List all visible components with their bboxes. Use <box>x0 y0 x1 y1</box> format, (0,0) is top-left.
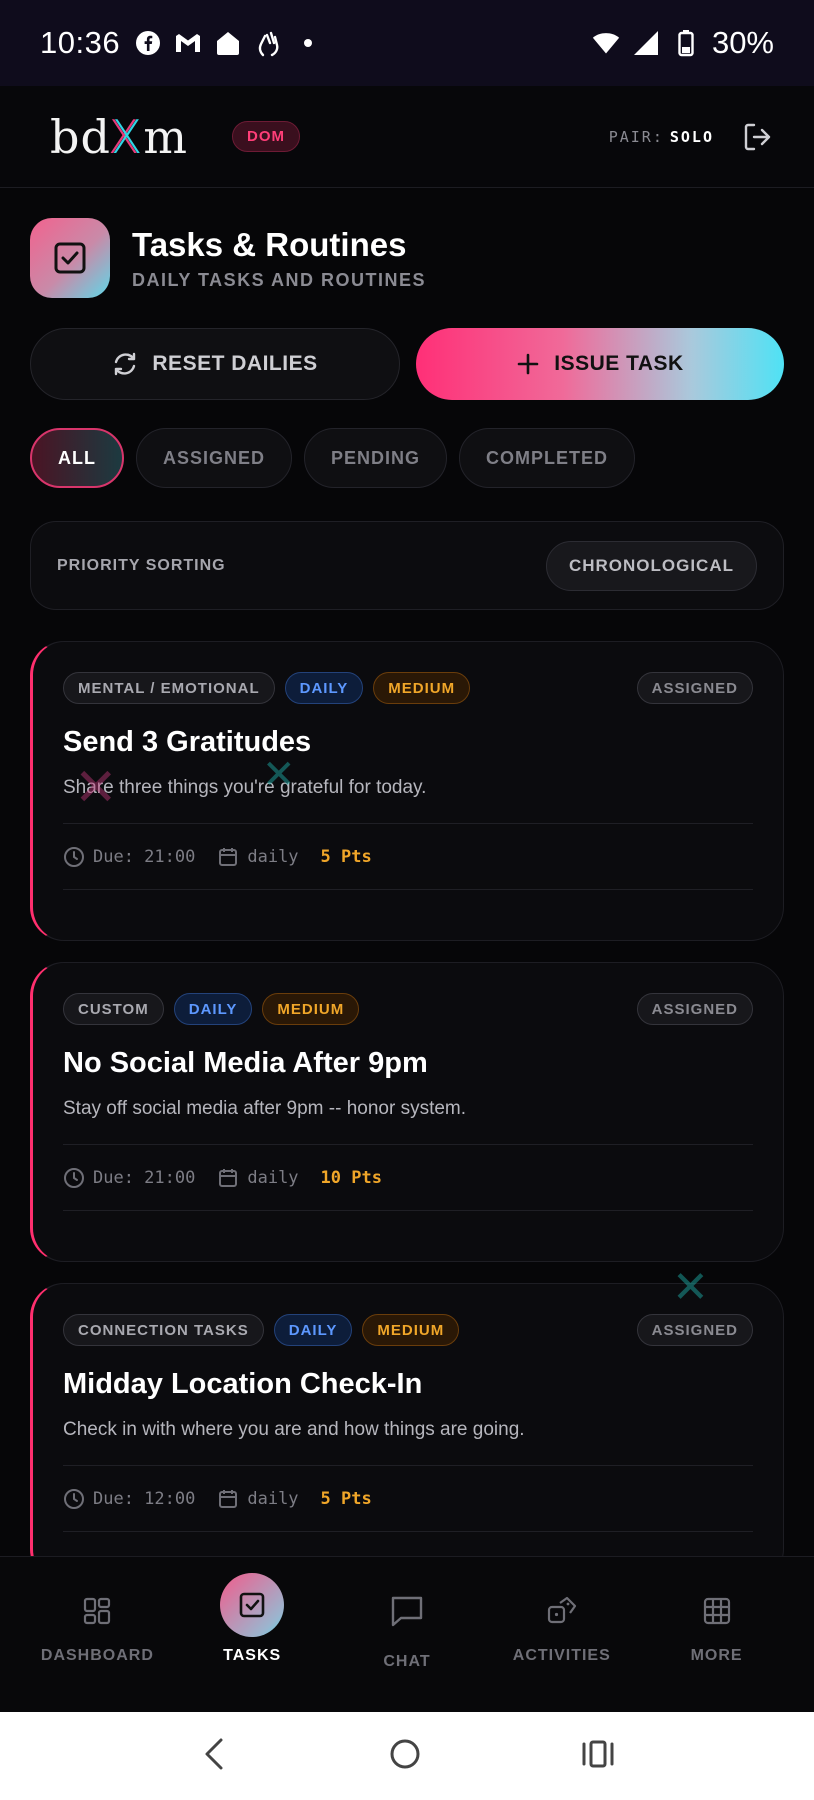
back-icon[interactable] <box>199 1737 229 1776</box>
checkbox-icon <box>220 1573 285 1637</box>
task-repeat: daily <box>247 1167 299 1188</box>
battery-icon <box>672 29 700 57</box>
clock-icon <box>64 1488 84 1509</box>
nav-activities[interactable]: ACTIVITIES <box>492 1557 632 1665</box>
task-repeat: daily <box>247 1488 299 1509</box>
calendar-icon <box>219 847 238 866</box>
task-description: Share three things you're grateful for t… <box>63 777 427 798</box>
nav-tasks[interactable]: TASKS <box>182 1557 322 1665</box>
gmail-icon <box>174 29 202 57</box>
signal-icon <box>632 29 660 57</box>
decorative-x-icon: ✕ <box>262 752 296 798</box>
sorting-bar: PRIORITY SORTING CHRONOLOGICAL <box>30 521 784 610</box>
task-meta: Due: 21:00 daily 5 Pts <box>63 823 753 890</box>
grid-icon <box>695 1589 739 1633</box>
task-title: Midday Location Check-In <box>63 1368 423 1400</box>
refresh-icon <box>115 352 136 376</box>
clock-icon <box>64 846 84 867</box>
task-title: No Social Media After 9pm <box>63 1047 428 1079</box>
task-meta: Due: 12:00 daily 5 Pts <box>63 1465 753 1532</box>
status-badge: ASSIGNED <box>636 1314 753 1346</box>
decorative-x-icon: ✕ <box>74 758 118 818</box>
nav-chat[interactable]: CHAT <box>337 1557 477 1671</box>
task-points: 5 Pts <box>320 1488 372 1509</box>
frequency-tag: DAILY <box>173 993 253 1025</box>
dice-icon <box>540 1589 584 1633</box>
frequency-tag: DAILY <box>273 1314 353 1346</box>
status-bar: 10:36 30% <box>0 0 814 86</box>
task-meta: Due: 21:00 daily 10 Pts <box>63 1144 753 1211</box>
category-tag: CUSTOM <box>63 993 164 1025</box>
calendar-icon <box>219 1168 238 1187</box>
nav-dashboard-label: DASHBOARD <box>40 1647 154 1664</box>
system-nav-bar <box>0 1712 814 1800</box>
priority-tag: MEDIUM <box>362 1314 460 1346</box>
tasks-checkbox-icon <box>30 218 110 298</box>
plus-icon <box>517 353 539 375</box>
task-description: Stay off social media after 9pm -- honor… <box>63 1098 467 1119</box>
nav-tasks-label: TASKS <box>223 1647 282 1664</box>
pair-value: SOLO <box>669 127 714 146</box>
filter-pending[interactable]: PENDING <box>304 428 448 488</box>
task-due: Due: 21:00 <box>93 1167 196 1188</box>
nav-activities-label: ACTIVITIES <box>512 1647 611 1664</box>
pair-status: PAIR: SOLO <box>609 128 714 146</box>
status-badge: ASSIGNED <box>636 993 753 1025</box>
app-logo[interactable]: bdXm <box>50 110 188 164</box>
task-due: Due: 21:00 <box>93 846 196 867</box>
calendar-icon <box>219 1489 238 1508</box>
priority-tag: MEDIUM <box>373 672 471 704</box>
task-repeat: daily <box>247 846 299 867</box>
priority-tag: MEDIUM <box>262 993 360 1025</box>
nav-more-label: MORE <box>690 1647 743 1664</box>
nav-chat-label: CHAT <box>383 1653 431 1670</box>
home-icon <box>214 29 242 57</box>
filter-tabs: ALL ASSIGNED PENDING COMPLETED <box>30 428 636 488</box>
task-points: 5 Pts <box>320 846 372 867</box>
category-tag: CONNECTION TASKS <box>63 1314 264 1346</box>
facebook-icon <box>134 29 162 57</box>
issue-task-button[interactable]: ISSUE TASK <box>416 328 784 400</box>
grid-layout-icon <box>75 1589 119 1633</box>
issue-task-label: ISSUE TASK <box>554 352 684 375</box>
pair-label: PAIR: <box>608 127 664 146</box>
gesture-icon <box>254 29 282 57</box>
decorative-x-icon: ✕ <box>672 1262 709 1313</box>
page-heading: Tasks & Routines DAILY TASKS AND ROUTINE… <box>30 218 426 298</box>
task-card[interactable]: MENTAL / EMOTIONAL DAILY MEDIUM ASSIGNED… <box>30 641 784 941</box>
task-card[interactable]: CUSTOM DAILY MEDIUM ASSIGNED No Social M… <box>30 962 784 1262</box>
logout-icon[interactable] <box>742 121 774 153</box>
status-badge: ASSIGNED <box>636 672 753 704</box>
frequency-tag: DAILY <box>284 672 364 704</box>
filter-all[interactable]: ALL <box>30 428 124 488</box>
page-title: Tasks & Routines <box>132 225 407 263</box>
filter-assigned[interactable]: ASSIGNED <box>136 428 293 488</box>
task-points: 10 Pts <box>320 1167 382 1188</box>
dot-icon <box>294 29 322 57</box>
bottom-nav: DASHBOARD TASKS CHAT ACTIVITIES MORE <box>0 1556 814 1712</box>
status-time: 10:36 <box>40 25 121 60</box>
action-buttons: RESET DAILIES ISSUE TASK <box>30 328 784 400</box>
reset-dailies-button[interactable]: RESET DAILIES <box>30 328 400 400</box>
page-subtitle: DAILY TASKS AND ROUTINES <box>132 269 427 290</box>
battery-percent: 30% <box>711 25 774 60</box>
task-due: Due: 12:00 <box>93 1488 196 1509</box>
chat-bubble-icon <box>385 1589 429 1633</box>
nav-dashboard[interactable]: DASHBOARD <box>27 1557 167 1665</box>
task-card[interactable]: CONNECTION TASKS DAILY MEDIUM ASSIGNED M… <box>30 1283 784 1583</box>
recents-icon[interactable] <box>581 1739 615 1774</box>
clock-icon <box>64 1167 84 1188</box>
task-description: Check in with where you are and how thin… <box>63 1419 525 1440</box>
role-badge: DOM <box>232 121 301 152</box>
reset-dailies-label: RESET DAILIES <box>152 352 318 375</box>
nav-more[interactable]: MORE <box>647 1557 787 1665</box>
app-header: bdXm DOM PAIR: SOLO <box>0 86 814 188</box>
filter-completed[interactable]: COMPLETED <box>459 428 636 488</box>
wifi-icon <box>592 29 620 57</box>
sorting-toggle[interactable]: CHRONOLOGICAL <box>545 540 757 591</box>
category-tag: MENTAL / EMOTIONAL <box>63 672 275 704</box>
task-title: Send 3 Gratitudes <box>63 726 312 758</box>
home-circle-icon[interactable] <box>388 1737 422 1776</box>
sorting-label: PRIORITY SORTING <box>57 556 226 574</box>
